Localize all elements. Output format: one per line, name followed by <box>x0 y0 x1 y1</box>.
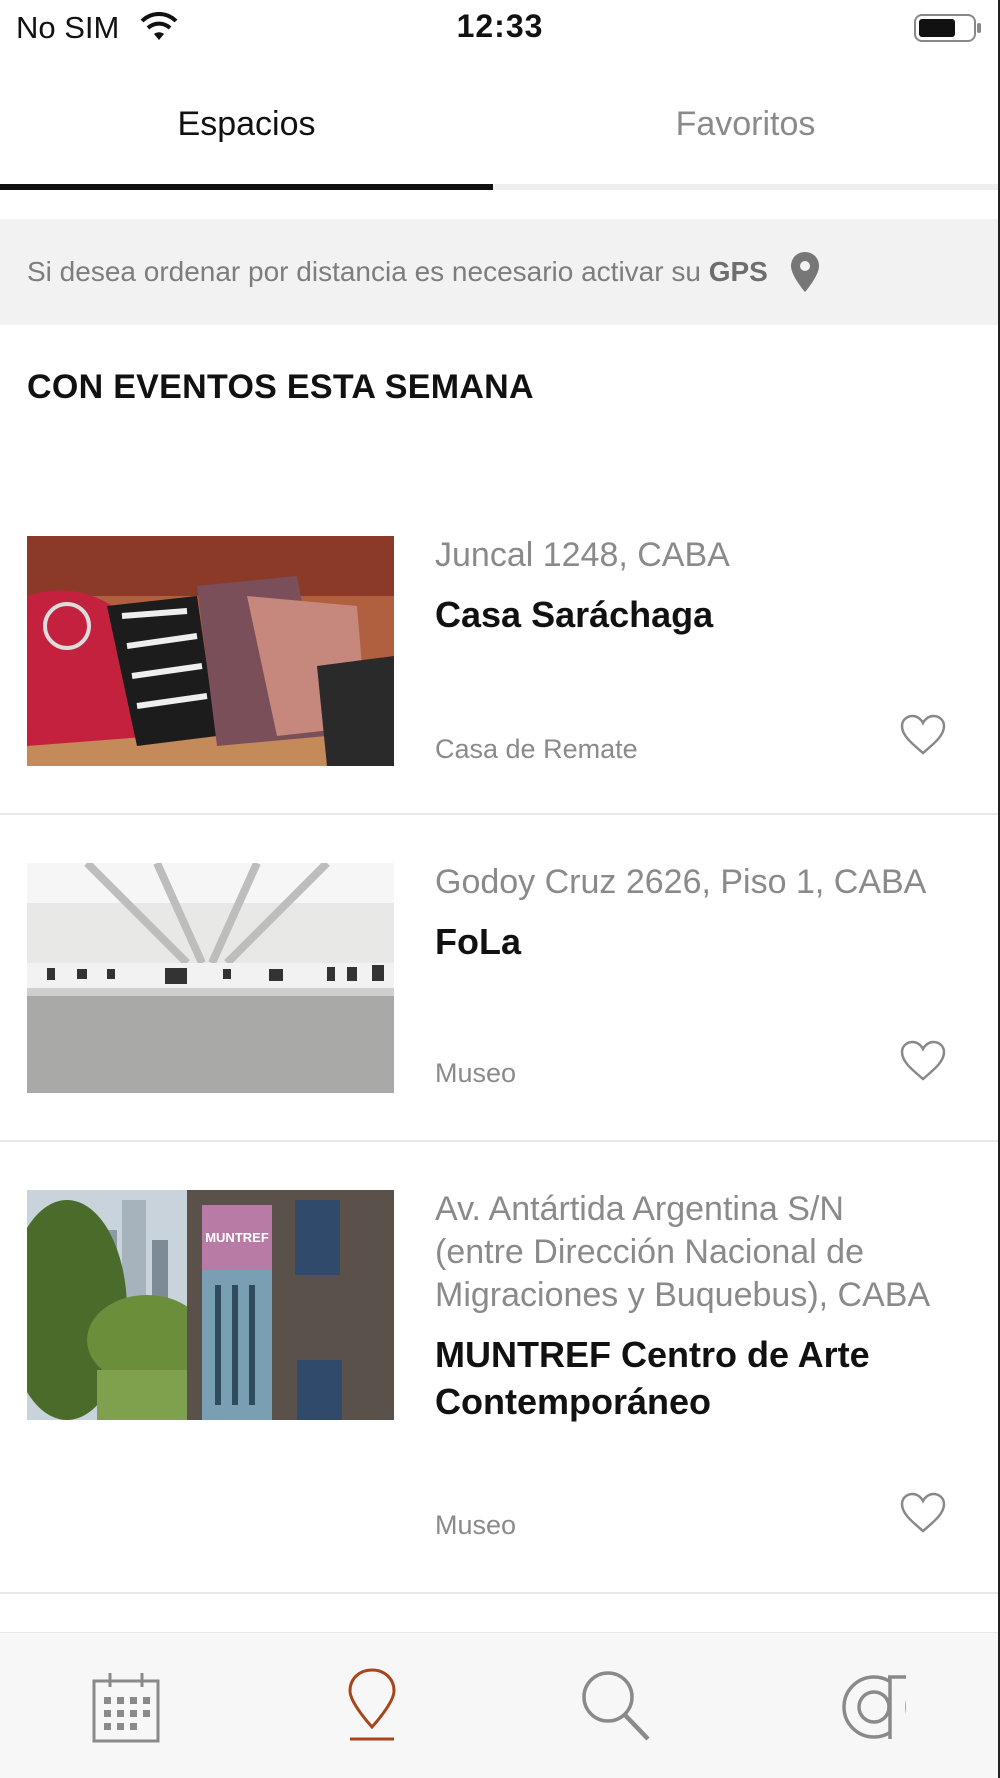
favorite-heart-icon[interactable] <box>900 1040 946 1082</box>
at-sign-icon[interactable] <box>834 1667 914 1747</box>
favorite-heart-icon[interactable] <box>900 1492 946 1534</box>
venue-address: Av. Antártida Argentina S/N (entre Direc… <box>435 1190 931 1314</box>
venue-category: Museo <box>435 1510 517 1540</box>
venue-image: MUNTREF <box>27 1190 394 1420</box>
calendar-icon[interactable] <box>86 1667 166 1747</box>
gps-label: GPS <box>708 256 768 287</box>
tab-favoritos[interactable]: Favoritos <box>493 62 998 186</box>
map-pin-icon[interactable] <box>332 1667 412 1747</box>
venue-card[interactable]: Juncal 1248, CABA Casa Saráchaga Casa de… <box>0 500 998 815</box>
venue-address: Godoy Cruz 2626, Piso 1, CABA <box>435 863 927 901</box>
venue-card[interactable]: Godoy Cruz 2626, Piso 1, CABA FoLa Museo <box>0 815 998 1142</box>
venue-info: Av. Antártida Argentina S/N (entre Direc… <box>435 1188 935 1425</box>
venue-name: Casa Saráchaga <box>435 594 714 635</box>
location-pin-icon <box>790 252 819 292</box>
bottom-nav <box>0 1632 998 1778</box>
gps-banner-text: Si desea ordenar por distancia es necesa… <box>27 256 768 287</box>
segmented-tabs: Espacios Favoritos <box>0 62 1000 192</box>
venue-info: Juncal 1248, CABA Casa Saráchaga <box>435 534 935 638</box>
muntref-banner-text: MUNTREF <box>205 1230 269 1245</box>
venue-info: Godoy Cruz 2626, Piso 1, CABA FoLa <box>435 861 935 965</box>
venue-name: FoLa <box>435 921 521 962</box>
venue-name: MUNTREF Centro de Arte Contemporáneo <box>435 1334 870 1422</box>
section-title: CON EVENTOS ESTA SEMANA <box>27 368 534 406</box>
venue-image <box>27 863 394 1093</box>
venue-category: Casa de Remate <box>435 734 638 764</box>
active-tab-indicator <box>0 184 493 190</box>
tab-espacios[interactable]: Espacios <box>0 62 493 186</box>
favorite-heart-icon[interactable] <box>900 714 946 756</box>
venue-category: Museo <box>435 1058 517 1088</box>
status-bar: No SIM 12:33 <box>0 0 1000 56</box>
battery-icon <box>914 14 981 42</box>
gps-banner[interactable]: Si desea ordenar por distancia es necesa… <box>0 219 998 325</box>
venue-image <box>27 536 394 766</box>
venue-address: Juncal 1248, CABA <box>435 536 730 574</box>
venue-card[interactable]: MUNTREF Av. Antártida Argentina S/N (ent… <box>0 1142 998 1594</box>
app-screen: No SIM 12:33 Espacios Favoritos Si desea… <box>0 0 1000 1778</box>
clock: 12:33 <box>456 8 544 44</box>
search-icon[interactable] <box>576 1667 656 1747</box>
